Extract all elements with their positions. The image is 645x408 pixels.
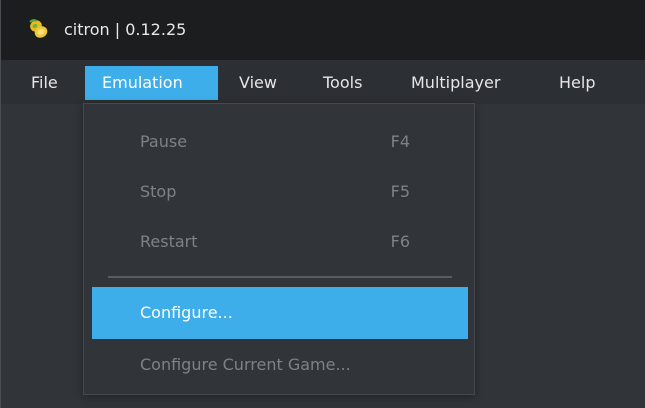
title-bar[interactable]: citron | 0.12.25 [1,0,645,60]
menu-bar: File Emulation View Tools Multiplayer He… [1,60,645,104]
menu-emulation[interactable]: Emulation [85,66,218,100]
window-title: citron | 0.12.25 [64,20,187,39]
menu-item-label: Stop [140,182,177,201]
emulation-dropdown-menu: Pause F4 Stop F5 Restart F6 Configure...… [83,103,475,395]
menu-item-label: Configure... [140,303,233,322]
menu-item-shortcut: F6 [390,232,410,251]
citron-logo-icon [27,18,49,40]
menu-item-configure[interactable]: Configure... [92,287,468,339]
menu-item-shortcut: F5 [390,182,410,201]
menu-item-stop[interactable]: Stop F5 [92,167,468,217]
menu-view[interactable]: View [229,66,287,100]
menu-tools[interactable]: Tools [313,66,372,100]
menu-item-shortcut: F4 [390,132,410,151]
menu-item-restart[interactable]: Restart F6 [92,217,468,267]
menu-item-label: Configure Current Game... [140,355,351,374]
menu-item-pause[interactable]: Pause F4 [92,117,468,167]
menu-item-label: Pause [140,132,188,151]
menu-file[interactable]: File [21,66,68,100]
main-window: citron | 0.12.25 File Emulation View Too… [0,0,645,408]
menu-item-label: Restart [140,232,198,251]
menu-item-configure-current-game[interactable]: Configure Current Game... [92,340,468,390]
menu-help[interactable]: Help [549,66,605,100]
menu-multiplayer[interactable]: Multiplayer [401,66,510,100]
menu-separator [108,276,452,278]
